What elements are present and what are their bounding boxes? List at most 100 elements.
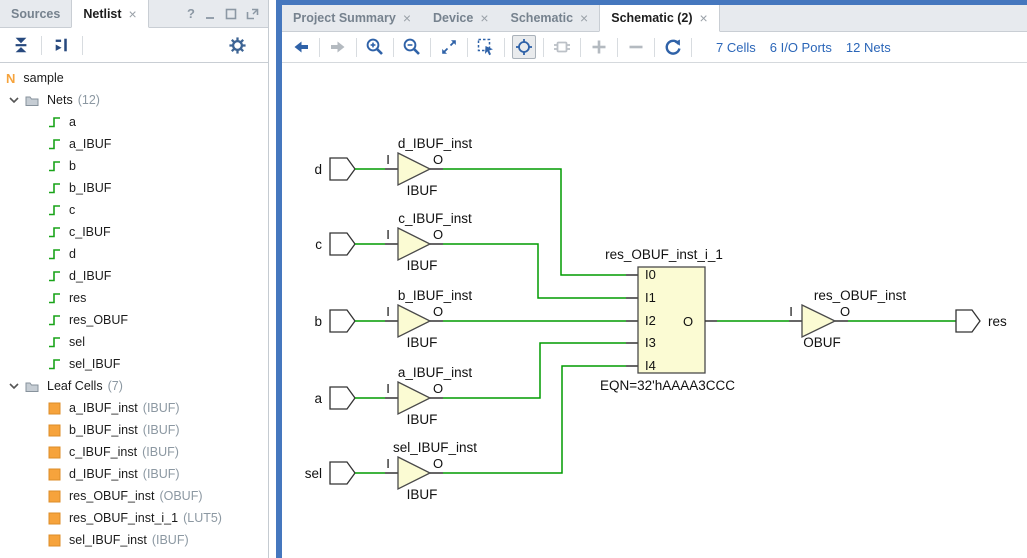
tree-item-res-obuf[interactable]: res_OBUF [0, 309, 268, 331]
in-pin-label: I [386, 152, 390, 167]
tree-item-c-ibuf-inst[interactable]: c_IBUF_inst (IBUF) [0, 441, 268, 463]
autofit-selection-toggle[interactable] [512, 35, 536, 59]
tree-item-sel-ibuf-inst[interactable]: sel_IBUF_inst (IBUF) [0, 529, 268, 551]
toolbar-separator [654, 38, 655, 57]
input-port-a[interactable] [330, 387, 355, 409]
port-label: sel [305, 466, 322, 481]
expand-selected-icon[interactable] [51, 34, 73, 56]
cell-type-label: IBUF [407, 487, 438, 502]
collapse-cone-icon[interactable] [625, 36, 647, 58]
tab-sources[interactable]: Sources [0, 0, 71, 27]
io-ports-count-link[interactable]: 6 I/O Ports [770, 40, 832, 55]
chevron-down-icon[interactable] [8, 94, 20, 106]
toolbar-separator [430, 38, 431, 57]
tree-item-sel[interactable]: sel [0, 331, 268, 353]
panel-window-controls: ? [187, 0, 268, 27]
net-icon [48, 335, 61, 349]
tab-label: Project Summary [293, 11, 396, 25]
maximize-icon[interactable] [225, 8, 237, 20]
toolbar-separator [41, 36, 42, 55]
input-port-b[interactable] [330, 310, 355, 332]
tab-schematic[interactable]: Schematic × [500, 5, 600, 31]
tree-item-b-ibuf-inst[interactable]: b_IBUF_inst (IBUF) [0, 419, 268, 441]
tree-item-a-ibuf[interactable]: a_IBUF [0, 133, 268, 155]
chevron-down-icon[interactable] [8, 380, 20, 392]
net-icon [48, 203, 61, 217]
obuf-symbol[interactable] [802, 305, 835, 337]
close-icon[interactable]: × [480, 11, 488, 25]
tree-item-res-obuf-inst[interactable]: res_OBUF_inst (OBUF) [0, 485, 268, 507]
tree-item-sample[interactable]: N sample [0, 67, 268, 89]
float-icon[interactable] [246, 8, 259, 20]
tree-item-b-ibuf[interactable]: b_IBUF [0, 177, 268, 199]
in-pin-label: I [386, 227, 390, 242]
instance-label: d_IBUF_inst [398, 136, 473, 151]
tree-item-nets[interactable]: Nets (12) [0, 89, 268, 111]
tab-device[interactable]: Device × [422, 5, 500, 31]
net-wire-sel-ibuf[interactable] [443, 366, 626, 473]
ibuf-symbol[interactable] [398, 457, 430, 489]
in-pin-label: I [386, 304, 390, 319]
input-port-d[interactable] [330, 158, 355, 180]
show-connectivity-icon[interactable] [551, 36, 573, 58]
close-icon[interactable]: × [700, 11, 708, 25]
zoom-out-icon[interactable] [401, 36, 423, 58]
regenerate-icon[interactable] [662, 36, 684, 58]
tree-item-c[interactable]: c [0, 199, 268, 221]
output-port-res[interactable] [956, 310, 980, 332]
expand-cone-icon[interactable] [588, 36, 610, 58]
tab-sources-label: Sources [11, 7, 60, 21]
schematic-canvas[interactable]: d I O d_IBUF_inst IBUF c I [282, 63, 1027, 558]
tree-item-leaf-cells[interactable]: Leaf Cells (7) [0, 375, 268, 397]
tree-item-res-obuf-inst-i-1[interactable]: res_OBUF_inst_i_1 (LUT5) [0, 507, 268, 529]
minimize-icon[interactable] [204, 8, 216, 20]
out-pin-label: O [433, 227, 443, 242]
tree-item-d[interactable]: d [0, 243, 268, 265]
nets-count-link[interactable]: 12 Nets [846, 40, 891, 55]
tab-project-summary[interactable]: Project Summary × [282, 5, 422, 31]
cell-icon [48, 533, 61, 547]
toolbar-separator [691, 38, 692, 57]
tree-item-a[interactable]: a [0, 111, 268, 133]
tab-label: Schematic (2) [611, 11, 692, 25]
toolbar-separator [393, 38, 394, 57]
collapse-all-icon[interactable] [10, 34, 32, 56]
netlist-icon: N [6, 71, 15, 86]
input-port-c[interactable] [330, 233, 355, 255]
close-icon[interactable]: × [403, 11, 411, 25]
cells-count-link[interactable]: 7 Cells [716, 40, 756, 55]
ibuf-symbol[interactable] [398, 153, 430, 185]
back-icon[interactable] [290, 36, 312, 58]
obuf-res: I O res_OBUF_inst OBUF res [789, 288, 1007, 350]
tab-netlist[interactable]: Netlist × [71, 0, 148, 28]
tree-item-res[interactable]: res [0, 287, 268, 309]
help-icon[interactable]: ? [187, 6, 195, 21]
tree-item-a-ibuf-inst[interactable]: a_IBUF_inst (IBUF) [0, 397, 268, 419]
tree-item-b[interactable]: b [0, 155, 268, 177]
instance-label: b_IBUF_inst [398, 288, 473, 303]
settings-gear-icon[interactable] [226, 34, 248, 56]
instance-label: c_IBUF_inst [398, 211, 472, 226]
zoom-in-icon[interactable] [364, 36, 386, 58]
lut-pin-i2: I2 [645, 313, 656, 328]
panel-splitter[interactable] [269, 0, 276, 558]
in-pin-label: I [386, 381, 390, 396]
tree-item-d-ibuf[interactable]: d_IBUF [0, 265, 268, 287]
zoom-fit-icon[interactable] [438, 36, 460, 58]
ibuf-symbol[interactable] [398, 228, 430, 260]
tree-item-c-ibuf[interactable]: c_IBUF [0, 221, 268, 243]
tab-schematic-2[interactable]: Schematic (2) × [599, 5, 719, 32]
ibuf-symbol[interactable] [398, 382, 430, 414]
tab-label: Schematic [511, 11, 574, 25]
close-icon[interactable]: × [129, 7, 137, 21]
forward-icon[interactable] [327, 36, 349, 58]
close-icon[interactable]: × [580, 11, 588, 25]
net-icon [48, 313, 61, 327]
folder-icon [25, 93, 39, 107]
tree-item-sel-ibuf[interactable]: sel_IBUF [0, 353, 268, 375]
input-port-sel[interactable] [330, 462, 355, 484]
zoom-selection-icon[interactable] [475, 36, 497, 58]
instance-label: a_IBUF_inst [398, 365, 473, 380]
tree-item-d-ibuf-inst[interactable]: d_IBUF_inst (IBUF) [0, 463, 268, 485]
ibuf-symbol[interactable] [398, 305, 430, 337]
